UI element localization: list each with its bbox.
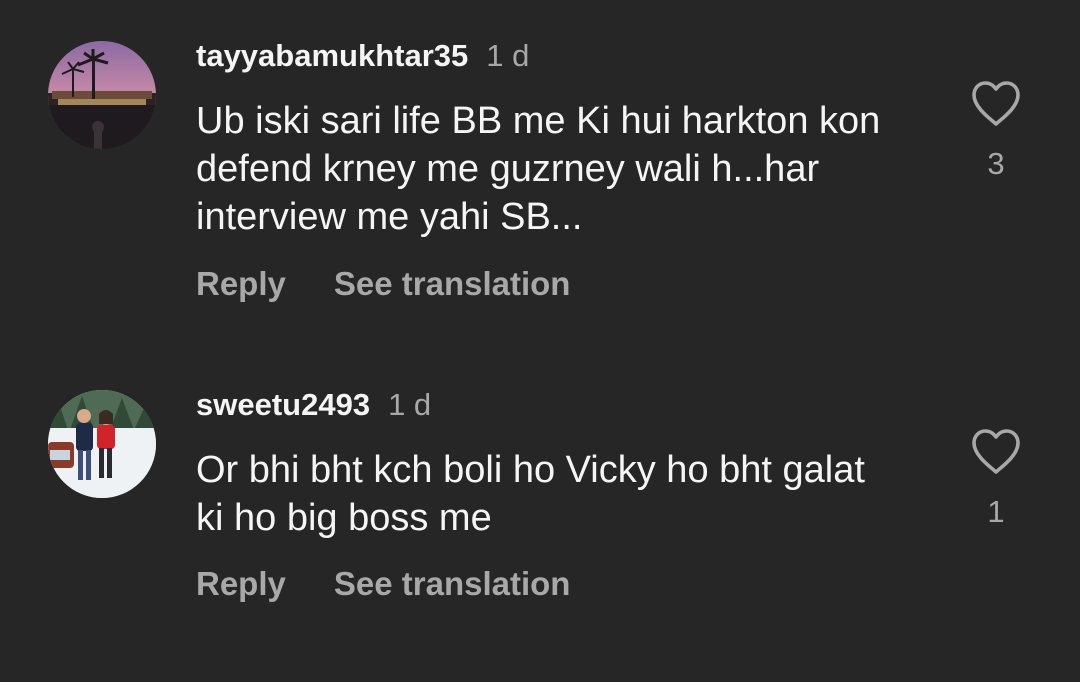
comment-meta: sweetu2493 1 d xyxy=(196,387,431,423)
timestamp: 1 d xyxy=(388,387,432,422)
comment-text: Ub iski sari life BB me Ki hui harkton k… xyxy=(196,100,881,238)
avatar[interactable] xyxy=(48,41,156,149)
comment-actions: Reply See translation xyxy=(196,265,570,303)
see-translation-button[interactable]: See translation xyxy=(334,265,571,302)
heart-outline-icon[interactable] xyxy=(970,428,1022,476)
reply-button[interactable]: Reply xyxy=(196,565,286,602)
comment-actions: Reply See translation xyxy=(196,565,570,603)
like-count: 3 xyxy=(987,146,1005,181)
see-translation-button[interactable]: See translation xyxy=(334,565,571,602)
like-control: 3 xyxy=(968,80,1024,182)
like-count: 1 xyxy=(987,494,1005,529)
couple-snow-photo xyxy=(48,390,156,498)
comments-list: tayyabamukhtar35 1 d Ub iski sari life BB… xyxy=(0,0,1080,682)
comment-meta: tayyabamukhtar35 1 d xyxy=(196,38,529,74)
timestamp: 1 d xyxy=(486,38,530,73)
username[interactable]: sweetu2493 xyxy=(196,387,370,422)
username[interactable]: tayyabamukhtar35 xyxy=(196,38,468,73)
comment-text: Or bhi bht kch boli ho Vicky ho bht gala… xyxy=(196,449,865,539)
like-control: 1 xyxy=(968,428,1024,530)
heart-outline-icon[interactable] xyxy=(970,80,1022,128)
reply-button[interactable]: Reply xyxy=(196,265,286,302)
avatar[interactable] xyxy=(48,390,156,498)
palm-tree-sunset-photo xyxy=(48,41,156,149)
